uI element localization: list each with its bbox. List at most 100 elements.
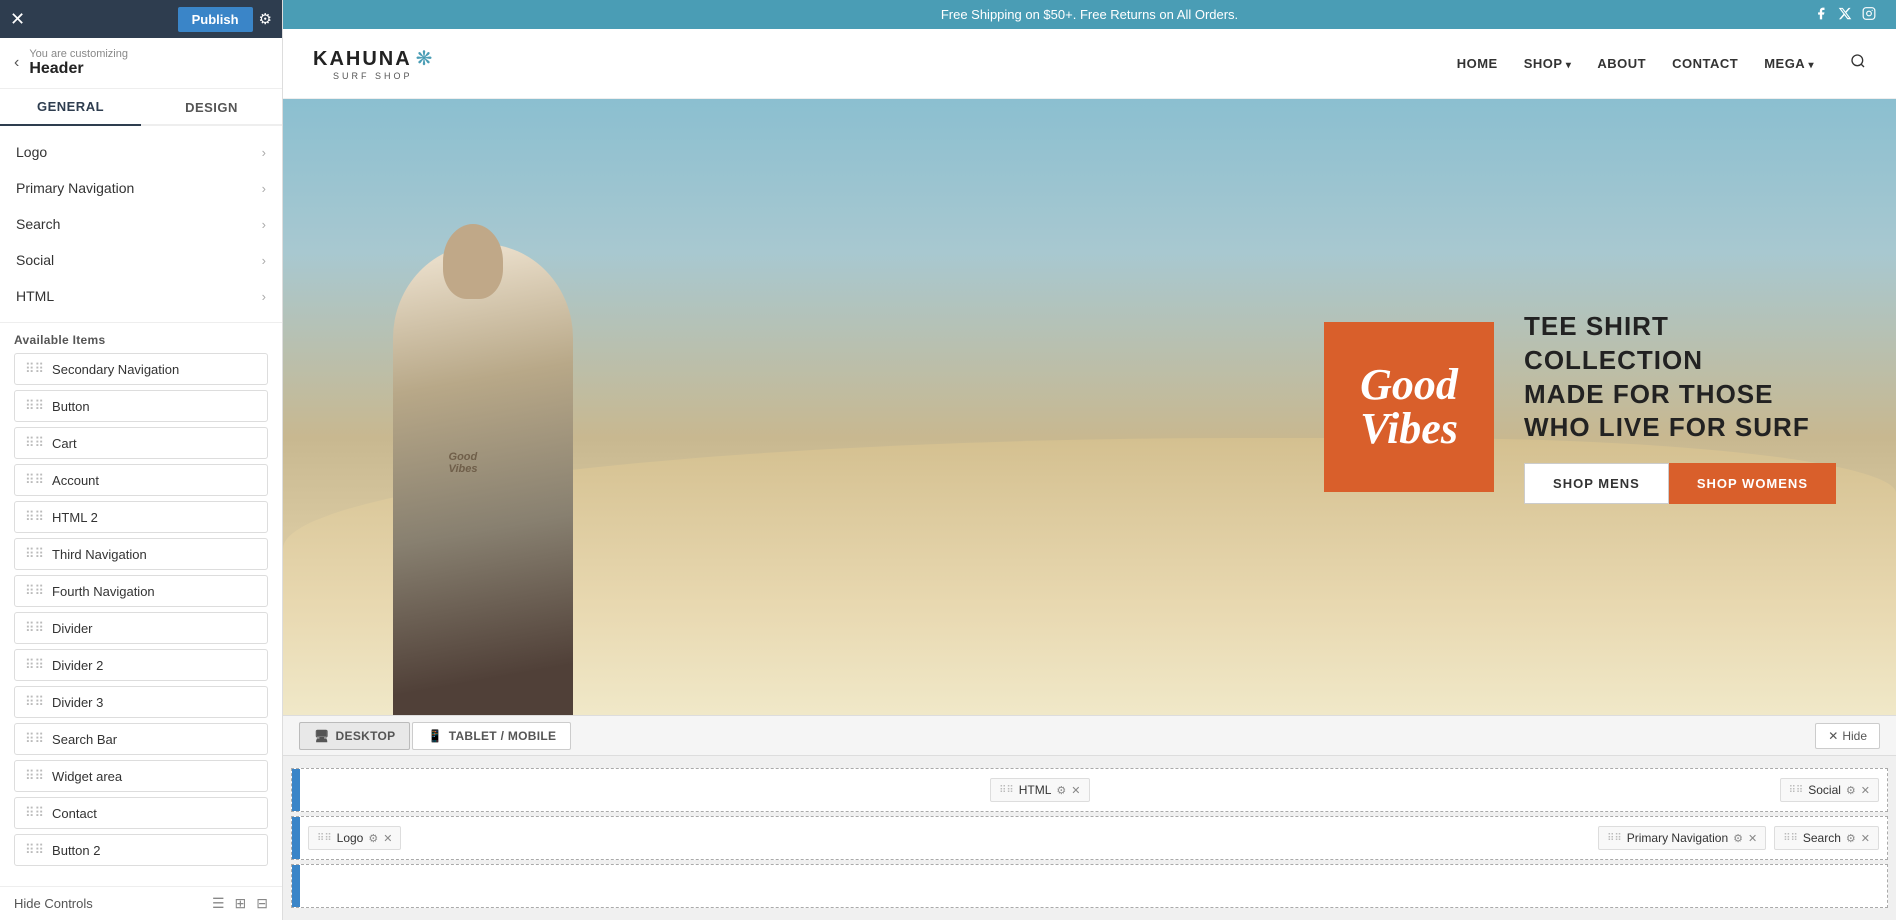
hide-controls-icons: ☰ ⊞ ⊟: [212, 895, 268, 912]
row-indicator: [292, 817, 300, 859]
drag-handle-icon: ⠿⠿: [25, 509, 44, 525]
shop-mens-button[interactable]: SHOP MENS: [1524, 463, 1669, 504]
settings-item-label: Social: [16, 252, 54, 268]
list-item[interactable]: ⠿⠿ HTML 2: [14, 501, 268, 533]
nav-link-about[interactable]: ABOUT: [1597, 56, 1646, 71]
drag-handle-icon: ⠿⠿: [1789, 785, 1804, 796]
list-item[interactable]: ⠿⠿ Fourth Navigation: [14, 575, 268, 607]
close-button[interactable]: ✕: [10, 10, 25, 28]
back-button[interactable]: ‹: [14, 54, 19, 72]
hero-badge: GoodVibes: [1324, 322, 1494, 492]
builder-item-close-icon[interactable]: ✕: [1748, 832, 1757, 845]
settings-gear-icon[interactable]: ⚙: [259, 10, 272, 28]
item-label: Divider: [52, 621, 92, 636]
nav-link-mega[interactable]: MEGA: [1764, 56, 1814, 71]
list-item[interactable]: ⠿⠿ Divider 3: [14, 686, 268, 718]
list-item[interactable]: ⠿⠿ Secondary Navigation: [14, 353, 268, 385]
settings-item-search[interactable]: Search ›: [0, 206, 282, 242]
builder-item-label: Search: [1803, 831, 1841, 845]
tagline-line-3: MADE FOR THOSE: [1524, 378, 1836, 412]
builder-item-close-icon[interactable]: ✕: [383, 832, 392, 845]
tab-desktop[interactable]: 🖥 DESKTOP: [299, 722, 410, 750]
chevron-right-icon: ›: [262, 181, 266, 196]
breadcrumb-sub: You are customizing: [29, 48, 128, 60]
drag-handle-icon: ⠿⠿: [25, 546, 44, 562]
nav-link-contact[interactable]: CONTACT: [1672, 56, 1738, 71]
builder-item-social[interactable]: ⠿⠿ Social ⚙ ✕: [1780, 778, 1879, 802]
nav-search-icon[interactable]: [1850, 53, 1866, 74]
builder-item-gear-icon[interactable]: ⚙: [1846, 832, 1856, 845]
device-tabs: 🖥 DESKTOP 📱 TABLET / MOBILE ✕ Hide: [283, 716, 1896, 756]
builder-item-primary-nav[interactable]: ⠿⠿ Primary Navigation ⚙ ✕: [1598, 826, 1766, 850]
tab-general[interactable]: GENERAL: [0, 89, 141, 126]
builder-item-close-icon[interactable]: ✕: [1861, 784, 1870, 797]
list-item[interactable]: ⠿⠿ Button: [14, 390, 268, 422]
builder-item-close-icon[interactable]: ✕: [1861, 832, 1870, 845]
drag-handle-icon: ⠿⠿: [25, 731, 44, 747]
hide-controls-label: Hide Controls: [14, 896, 93, 911]
settings-item-primary-navigation[interactable]: Primary Navigation ›: [0, 170, 282, 206]
top-bar-actions: Publish ⚙: [178, 7, 272, 32]
hide-button[interactable]: ✕ Hide: [1815, 723, 1880, 749]
twitter-x-icon[interactable]: [1838, 6, 1852, 23]
list-item[interactable]: ⠿⠿ Cart: [14, 427, 268, 459]
chevron-right-icon: ›: [262, 145, 266, 160]
tab-design[interactable]: DESIGN: [141, 89, 282, 126]
logo-flower-icon: ❋: [416, 46, 433, 71]
list-view-icon[interactable]: ☰: [212, 895, 225, 912]
settings-view-icon[interactable]: ⊟: [256, 895, 268, 912]
builder-item-gear-icon[interactable]: ⚙: [368, 832, 378, 845]
breadcrumb-text: You are customizing Header: [29, 48, 128, 78]
shop-womens-button[interactable]: SHOP WOMENS: [1669, 463, 1836, 504]
item-label: Fourth Navigation: [52, 584, 155, 599]
logo-brand-name: KAHUNA: [313, 49, 412, 69]
settings-item-social[interactable]: Social ›: [0, 242, 282, 278]
tagline-line-2: COLLECTION: [1524, 344, 1836, 378]
publish-button[interactable]: Publish: [178, 7, 253, 32]
row-content: [300, 868, 1887, 904]
builder-item-close-icon[interactable]: ✕: [1071, 784, 1080, 797]
hero-section: GoodVibes GoodVibes TEE SHIRT COLLECTION…: [283, 99, 1896, 715]
bottom-section: 🖥 DESKTOP 📱 TABLET / MOBILE ✕ Hide: [283, 715, 1896, 920]
list-item[interactable]: ⠿⠿ Third Navigation: [14, 538, 268, 570]
settings-item-logo[interactable]: Logo ›: [0, 134, 282, 170]
item-label: Search Bar: [52, 732, 117, 747]
item-label: Third Navigation: [52, 547, 147, 562]
site-navbar: KAHUNA ❋ SURF SHOP HOME SHOP ABOUT CONTA…: [283, 29, 1896, 99]
list-item[interactable]: ⠿⠿ Contact: [14, 797, 268, 829]
drag-handle-icon: ⠿⠿: [25, 620, 44, 636]
drag-handle-icon: ⠿⠿: [25, 583, 44, 599]
builder-item-gear-icon[interactable]: ⚙: [1733, 832, 1743, 845]
builder-item-gear-icon[interactable]: ⚙: [1846, 784, 1856, 797]
drag-handle-icon: ⠿⠿: [25, 805, 44, 821]
list-item[interactable]: ⠿⠿ Divider 2: [14, 649, 268, 681]
builder-item-logo[interactable]: ⠿⠿ Logo ⚙ ✕: [308, 826, 401, 850]
row-indicator: [292, 865, 300, 907]
settings-item-html[interactable]: HTML ›: [0, 278, 282, 314]
builder-item-search[interactable]: ⠿⠿ Search ⚙ ✕: [1774, 826, 1879, 850]
breadcrumb-main: Header: [29, 60, 128, 78]
drag-handle-icon: ⠿⠿: [25, 398, 44, 414]
list-item[interactable]: ⠿⠿ Account: [14, 464, 268, 496]
nav-link-shop[interactable]: SHOP: [1524, 56, 1572, 71]
facebook-icon[interactable]: [1814, 6, 1828, 23]
builder-item-gear-icon[interactable]: ⚙: [1056, 784, 1066, 797]
instagram-icon[interactable]: [1862, 6, 1876, 23]
settings-item-label: Search: [16, 216, 60, 232]
drag-list: ⠿⠿ Secondary Navigation ⠿⠿ Button ⠿⠿ Car…: [0, 353, 282, 886]
hide-x-icon: ✕: [1828, 729, 1838, 743]
hide-label: Hide: [1842, 729, 1867, 743]
list-item[interactable]: ⠿⠿ Widget area: [14, 760, 268, 792]
hero-buttons: SHOP MENS SHOP WOMENS: [1524, 463, 1836, 504]
notification-bar: Free Shipping on $50+. Free Returns on A…: [283, 0, 1896, 29]
list-item[interactable]: ⠿⠿ Button 2: [14, 834, 268, 866]
list-item[interactable]: ⠿⠿ Divider: [14, 612, 268, 644]
tab-tablet-mobile[interactable]: 📱 TABLET / MOBILE: [412, 722, 571, 750]
grid-view-icon[interactable]: ⊞: [235, 895, 247, 912]
tagline-line-4: WHO LIVE FOR SURF: [1524, 411, 1836, 445]
nav-link-home[interactable]: HOME: [1457, 56, 1498, 71]
builder-area: ⠿⠿ HTML ⚙ ✕ ⠿⠿ Social ⚙ ✕: [283, 756, 1896, 920]
list-item[interactable]: ⠿⠿ Search Bar: [14, 723, 268, 755]
hero-tagline: TEE SHIRT COLLECTION MADE FOR THOSE WHO …: [1524, 310, 1836, 445]
builder-item-html[interactable]: ⠿⠿ HTML ⚙ ✕: [990, 778, 1089, 802]
